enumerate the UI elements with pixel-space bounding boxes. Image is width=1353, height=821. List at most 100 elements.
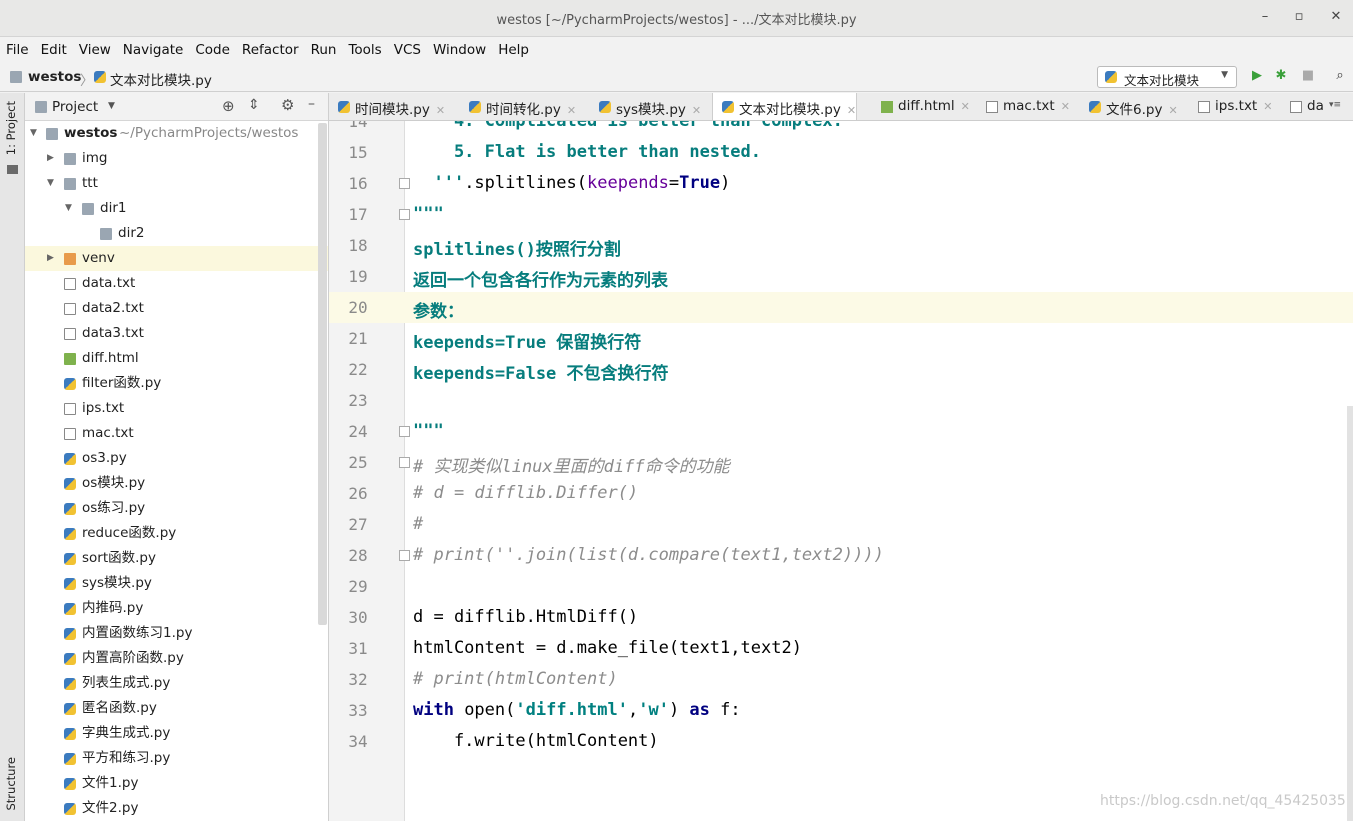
tree-item[interactable]: reduce函数.py [25, 521, 328, 546]
close-tab-icon[interactable]: ✕ [1168, 104, 1177, 117]
tree-item[interactable]: sort函数.py [25, 546, 328, 571]
menu-file[interactable]: File [0, 38, 35, 58]
breadcrumb-project[interactable]: westos [28, 69, 81, 85]
tree-item[interactable]: 文件1.py [25, 771, 328, 796]
tree-item[interactable]: os3.py [25, 446, 328, 471]
close-tab-icon[interactable]: ✕ [1061, 100, 1070, 113]
tab-text-compare[interactable]: 文本对比模块.py ✕ [712, 93, 858, 120]
fold-marker-icon[interactable] [399, 178, 410, 189]
code-line: 22 keepends=False 不包含换行符 [329, 354, 1353, 385]
tabs-menu-icon[interactable]: ▾≡ [1329, 100, 1341, 110]
menu-edit[interactable]: Edit [35, 38, 73, 58]
tree-item[interactable]: ▼ ttt [25, 171, 328, 196]
tab-mac-txt[interactable]: mac.txt ✕ [977, 93, 1070, 120]
tree-item[interactable]: data2.txt [25, 296, 328, 321]
tab-diff-html[interactable]: diff.html ✕ [872, 93, 970, 120]
tab-time-module[interactable]: 时间模块.py ✕ [329, 93, 445, 120]
run-config-select[interactable]: 文本对比模块 ▼ [1097, 66, 1237, 88]
tree-item[interactable]: 平方和练习.py [25, 746, 328, 771]
tree-item-label: data.txt [82, 275, 136, 291]
maximize-icon[interactable]: ▫ [1291, 9, 1307, 25]
code-text: htmlContent = d.make_file(text1,text2) [413, 638, 802, 658]
tree-item[interactable]: 内置高阶函数.py [25, 646, 328, 671]
tree-item[interactable]: sys模块.py [25, 571, 328, 596]
tree-item[interactable]: data3.txt [25, 321, 328, 346]
expand-arrow-icon[interactable]: ▶ [47, 246, 54, 271]
text-file-icon [64, 328, 76, 340]
chevron-down-icon: ▼ [1221, 70, 1228, 80]
close-tab-icon[interactable]: ✕ [692, 104, 701, 117]
tree-item[interactable]: data.txt [25, 271, 328, 296]
search-icon[interactable]: ⌕ [1332, 68, 1348, 84]
code-line: 34 f.write(htmlContent) [329, 726, 1353, 757]
tree-item[interactable]: ips.txt [25, 396, 328, 421]
menu-run[interactable]: Run [305, 38, 343, 58]
locate-icon[interactable]: ⊕ [222, 97, 235, 115]
expand-arrow-icon[interactable]: ▶ [47, 146, 54, 171]
close-icon[interactable]: ✕ [1328, 9, 1344, 25]
tree-item[interactable]: os模块.py [25, 471, 328, 496]
menu-view[interactable]: View [73, 38, 117, 58]
close-tab-icon[interactable]: ✕ [1263, 100, 1272, 113]
gear-icon[interactable]: ⚙ [281, 96, 294, 114]
run-icon[interactable]: ▶ [1249, 68, 1265, 84]
editor-scrollbar[interactable] [1347, 406, 1353, 821]
menu-navigate[interactable]: Navigate [117, 38, 190, 58]
close-tab-icon[interactable]: ✕ [961, 100, 970, 113]
hide-panel-icon[interactable]: – [308, 96, 315, 112]
stop-icon[interactable]: ■ [1300, 68, 1316, 84]
fold-marker-icon[interactable] [399, 426, 410, 437]
collapse-all-icon[interactable]: ⇕ [248, 97, 260, 113]
expand-arrow-icon[interactable]: ▼ [30, 121, 37, 146]
fold-marker-icon[interactable] [399, 457, 410, 468]
tab-time-convert[interactable]: 时间转化.py ✕ [460, 93, 576, 120]
tree-item-label: img [82, 150, 108, 166]
tree-item[interactable]: mac.txt [25, 421, 328, 446]
structure-tool-tab[interactable]: Structure [4, 757, 18, 811]
code-editor[interactable]: 14 4. Complicated is better than complex… [329, 121, 1353, 821]
project-tool-tab[interactable]: 1: Project [4, 101, 18, 155]
tree-item[interactable]: 字典生成式.py [25, 721, 328, 746]
project-view-select[interactable]: Project [52, 99, 98, 115]
code-line: 29 [329, 571, 1353, 602]
tree-root-westos[interactable]: ▼ westos ~/PycharmProjects/westos [25, 121, 328, 146]
menu-tools[interactable]: Tools [342, 38, 387, 58]
chevron-down-icon[interactable]: ▼ [108, 101, 115, 111]
expand-arrow-icon[interactable]: ▼ [47, 171, 54, 196]
tree-item[interactable]: diff.html [25, 346, 328, 371]
menu-refactor[interactable]: Refactor [236, 38, 305, 58]
expand-arrow-icon[interactable]: ▼ [65, 196, 72, 221]
close-tab-icon[interactable]: ✕ [567, 104, 576, 117]
minimize-icon[interactable]: – [1257, 9, 1273, 25]
tree-item[interactable]: 文件2.py [25, 796, 328, 821]
breadcrumb-file[interactable]: 文本对比模块.py [110, 69, 212, 89]
html-file-icon [64, 353, 76, 365]
tree-item[interactable]: dir2 [25, 221, 328, 246]
tree-item[interactable]: ▶ img [25, 146, 328, 171]
tab-overflow[interactable]: da [1281, 93, 1324, 120]
tree-item[interactable]: 匿名函数.py [25, 696, 328, 721]
code-text: # 实现类似linux里面的diff命令的功能 [413, 457, 730, 477]
menu-window[interactable]: Window [427, 38, 492, 58]
tree-item[interactable]: filter函数.py [25, 371, 328, 396]
tree-item[interactable]: ▼ dir1 [25, 196, 328, 221]
tab-ips-txt[interactable]: ips.txt ✕ [1189, 93, 1272, 120]
tab-sys-module[interactable]: sys模块.py ✕ [590, 93, 701, 120]
tree-item[interactable]: 内推码.py [25, 596, 328, 621]
tree-item[interactable]: 内置函数练习1.py [25, 621, 328, 646]
line-number: 14 [348, 121, 368, 131]
tree-item[interactable]: ▶ venv [25, 246, 328, 271]
tree-item[interactable]: os练习.py [25, 496, 328, 521]
menu-vcs[interactable]: VCS [388, 38, 427, 58]
tree-item[interactable]: 列表生成式.py [25, 671, 328, 696]
menu-code[interactable]: Code [189, 38, 236, 58]
close-tab-icon[interactable]: ✕ [847, 104, 856, 117]
debug-icon[interactable]: ✱ [1273, 68, 1289, 84]
project-scrollbar[interactable] [318, 123, 327, 625]
close-tab-icon[interactable]: ✕ [436, 104, 445, 117]
python-file-icon [64, 803, 76, 815]
tab-file6[interactable]: 文件6.py ✕ [1080, 93, 1178, 120]
fold-marker-icon[interactable] [399, 209, 410, 220]
fold-marker-icon[interactable] [399, 550, 410, 561]
menu-help[interactable]: Help [492, 38, 535, 58]
